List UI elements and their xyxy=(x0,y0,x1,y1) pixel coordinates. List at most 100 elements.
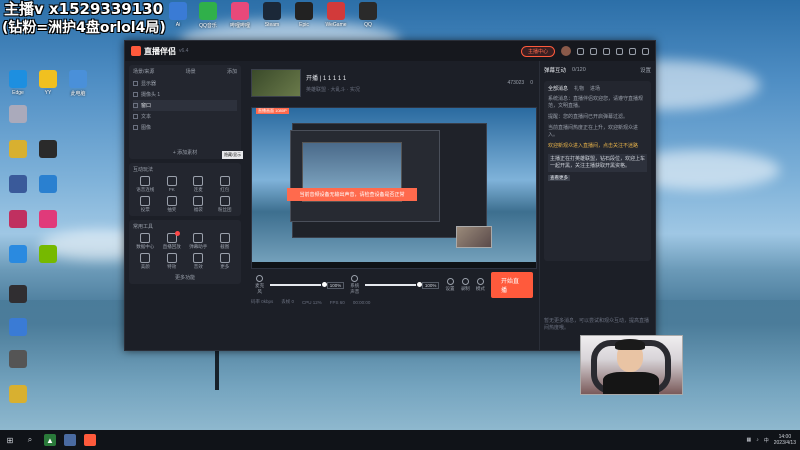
tool-luckybag[interactable]: 福袋 xyxy=(186,196,211,213)
tool-effects[interactable]: 特效 xyxy=(160,253,185,270)
app-version: v6.4 xyxy=(179,48,189,54)
scene-item[interactable]: 文本 xyxy=(133,111,237,122)
tool-vote[interactable]: 投票 xyxy=(133,196,158,213)
desktop-icon-7[interactable]: QQ xyxy=(350,2,386,28)
room-title[interactable]: 开播 | 1 1 1 1 1 xyxy=(306,73,503,82)
avatar[interactable] xyxy=(561,46,571,56)
mic-volume-value[interactable]: 100% xyxy=(326,281,345,289)
live-app-icon[interactable] xyxy=(84,434,96,446)
record-icon xyxy=(461,278,469,285)
windows-start-icon[interactable]: ⊞ xyxy=(4,434,16,446)
headset-icon[interactable] xyxy=(590,47,597,55)
settings-button[interactable]: 设置 xyxy=(445,278,455,292)
cloud-app-icon xyxy=(39,175,57,193)
danmaku-count: 0/120 xyxy=(572,67,586,73)
logo-icon xyxy=(131,46,141,56)
desktop-icon-5[interactable]: Epic xyxy=(286,2,322,28)
more-features-button[interactable]: 更多功能 xyxy=(133,274,237,281)
tool-replay[interactable]: 直播回放 xyxy=(160,231,185,250)
desktop-icon-3[interactable]: 哔哩哔哩 xyxy=(222,2,258,29)
visibility-icon[interactable] xyxy=(133,81,138,86)
desktop-icon-22[interactable] xyxy=(0,350,36,370)
tool-data[interactable]: 数据中心 xyxy=(133,233,158,250)
visibility-icon[interactable] xyxy=(133,114,138,119)
audio-controls: 麦克风 100% 系统声音 100% 设置 录制 模式 开始直播 xyxy=(251,272,537,298)
visibility-icon[interactable] xyxy=(133,125,138,130)
mic-button[interactable]: 麦克风 xyxy=(255,275,264,295)
mode-button[interactable]: 模式 xyxy=(476,278,485,292)
desktop-icon-10[interactable]: 此电脑 xyxy=(60,70,96,97)
tool-voice[interactable]: 语音连线 xyxy=(133,176,158,193)
visibility-icon[interactable] xyxy=(133,103,138,108)
tool-screenshot[interactable]: 截图 xyxy=(213,233,238,250)
settings-icon[interactable] xyxy=(603,47,610,55)
tab-gifts[interactable]: 礼物 xyxy=(574,85,584,92)
clock[interactable]: 14:00 2023/4/13 xyxy=(774,434,796,446)
camera-icon xyxy=(219,233,230,243)
desktop-icon-2[interactable]: QQ音乐 xyxy=(190,2,226,29)
desktop-icon-23[interactable] xyxy=(0,385,36,405)
desktop-icon-21[interactable] xyxy=(0,318,36,338)
tool-fanclub[interactable]: 粉丝团 xyxy=(213,196,238,213)
tool-pk[interactable]: PK xyxy=(160,176,185,193)
scene-item-active[interactable]: 窗口 xyxy=(133,100,237,111)
mic-volume-slider[interactable] xyxy=(270,282,328,287)
speaker-volume-value[interactable]: 100% xyxy=(421,281,440,289)
clock-date: 2023/4/13 xyxy=(773,440,796,446)
room-category[interactable]: 英雄联盟 · 大乱斗 · 实况 xyxy=(306,86,503,93)
bilibili-icon xyxy=(231,2,249,20)
message-icon[interactable] xyxy=(577,47,584,55)
desktop-icon-13[interactable] xyxy=(30,140,66,160)
link-icon xyxy=(193,176,204,186)
volume-icon[interactable]: ♪ xyxy=(756,437,759,443)
tab-all-messages[interactable]: 全部消息 xyxy=(548,85,568,92)
tool-danmaku[interactable]: 弹幕助手 xyxy=(186,233,211,250)
visibility-icon[interactable] xyxy=(133,92,138,97)
tool-lottery[interactable]: 抽奖 xyxy=(160,196,185,213)
image-app-icon[interactable] xyxy=(64,434,76,446)
scene-item[interactable]: 摄像头 1 xyxy=(133,89,237,100)
desktop-icon-19[interactable] xyxy=(30,245,66,265)
center-panel: 开播 | 1 1 1 1 1 英雄联盟 · 大乱斗 · 实况 473023 0 … xyxy=(247,61,537,350)
scene-panel: 场景/来源 场景 添加 显示器 摄像头 1 窗口 文本 图像 + 添加素材 xyxy=(129,65,241,159)
scene-tab-scene[interactable]: 场景 xyxy=(186,68,196,75)
tool-more[interactable]: 更多 xyxy=(213,253,238,270)
scene-tab-add[interactable]: 添加 xyxy=(227,68,237,75)
close-icon[interactable] xyxy=(642,47,649,55)
anchor-center-button[interactable]: 主播中心 xyxy=(520,45,555,57)
tool-link[interactable]: 连麦 xyxy=(186,176,211,193)
room-cover[interactable] xyxy=(251,69,301,97)
interactive-panel: 互动玩法 语音连线 PK 连麦 红包 投票 抽奖 福袋 粉丝团 xyxy=(129,163,241,216)
game-app-icon[interactable]: ▲ xyxy=(44,434,56,446)
tool-sound[interactable]: 音效 xyxy=(186,253,211,270)
desktop-icon-17[interactable] xyxy=(30,210,66,230)
preview-alert: 当前音频设备无输出声音，请检查设备是否正常 xyxy=(287,188,417,201)
speaker-volume-slider[interactable] xyxy=(365,282,423,287)
ai-icon xyxy=(169,2,187,20)
desktop-icon-20[interactable] xyxy=(0,285,36,305)
status-drop: 丢帧 0 xyxy=(281,299,295,304)
app-name: 直播伴侣 xyxy=(144,46,176,56)
scene-item[interactable]: 显示器 xyxy=(133,78,237,89)
desktop-icon-4[interactable]: Steam xyxy=(254,2,290,28)
desktop-icon-6[interactable]: WeGame xyxy=(318,2,354,28)
record-button[interactable]: 录制 xyxy=(461,278,470,292)
tab-entries[interactable]: 进场 xyxy=(590,85,600,92)
scene-item[interactable]: 图像 xyxy=(133,122,237,133)
speaker-button[interactable]: 系统声音 xyxy=(350,275,359,295)
desktop-icon-15[interactable] xyxy=(30,175,66,195)
maximize-icon[interactable] xyxy=(629,47,636,55)
start-live-button[interactable]: 开始直播 xyxy=(490,272,534,298)
like-count: 0 xyxy=(530,80,533,86)
tool-redpacket[interactable]: 红包 xyxy=(213,176,238,193)
tool-beauty[interactable]: 美颜 xyxy=(133,253,158,270)
network-icon[interactable]: ▦ xyxy=(747,437,752,443)
vote-icon xyxy=(140,196,151,206)
view-more-button[interactable]: 查看更多 xyxy=(548,175,570,181)
live-preview[interactable]: 当前音频设备无输出声音，请检查设备是否正常 直播画面 1080P xyxy=(251,107,537,269)
input-method[interactable]: 中 xyxy=(764,437,769,444)
minimize-icon[interactable] xyxy=(616,47,623,55)
danmaku-settings[interactable]: 设置 xyxy=(640,66,651,74)
search-icon[interactable]: ⌕ xyxy=(24,434,36,446)
desktop-icon-11[interactable] xyxy=(0,105,36,125)
